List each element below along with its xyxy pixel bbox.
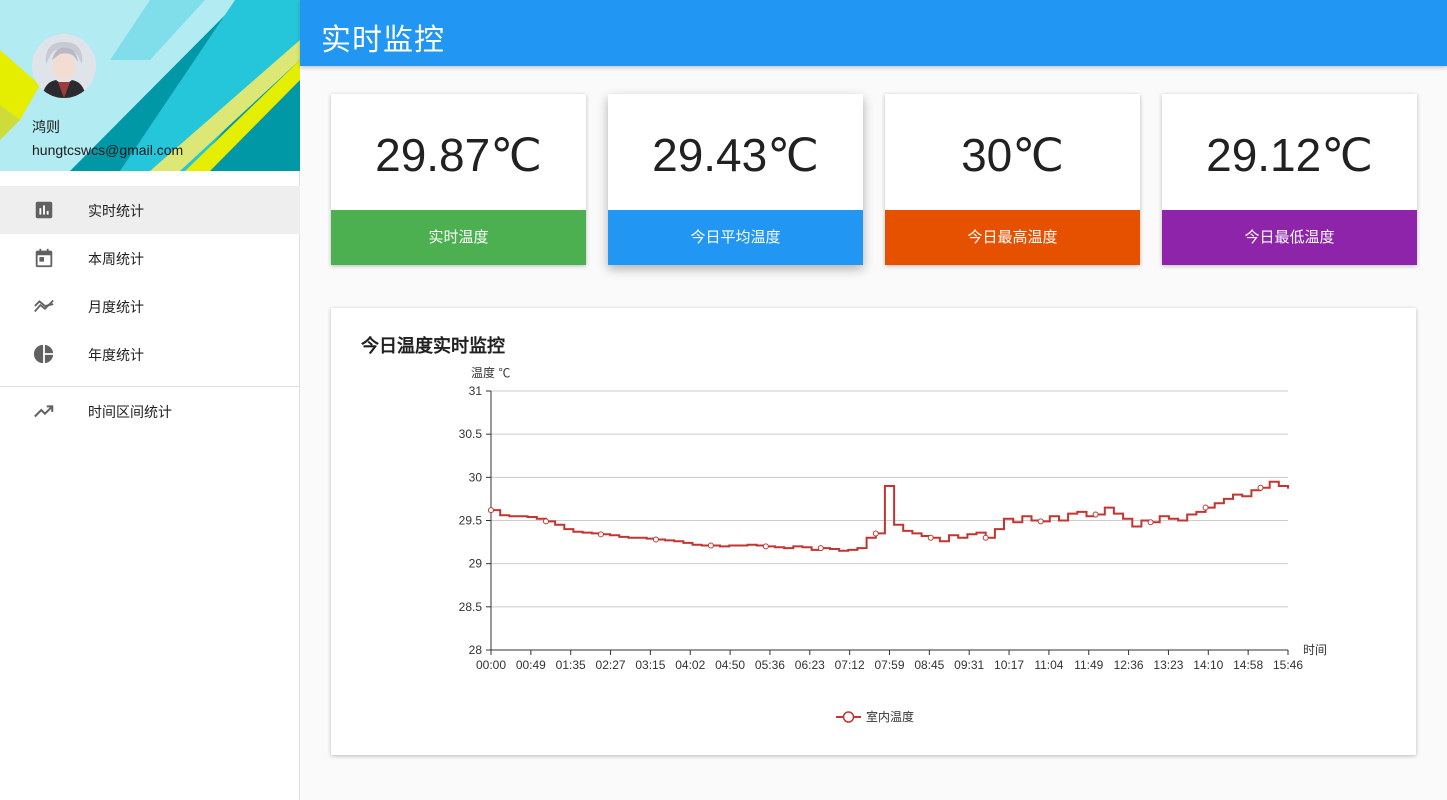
user-email: hungtcswcs@gmail.com (32, 142, 184, 158)
trending-up-icon (34, 405, 54, 418)
x-tick-label: 01:35 (556, 658, 586, 672)
legend-marker (842, 711, 855, 723)
multiline-chart-icon (34, 299, 54, 313)
x-tick-label: 03:15 (635, 658, 665, 672)
x-tick-label: 14:10 (1193, 658, 1223, 672)
stat-label: 今日平均温度 (608, 210, 863, 265)
data-point (1257, 484, 1264, 491)
data-point (762, 543, 769, 550)
y-tick-label: 30 (469, 470, 483, 484)
nav-item-month[interactable]: 月度统计 (0, 282, 300, 330)
nav-item-week[interactable]: 本周统计 (0, 234, 300, 282)
data-point (542, 518, 549, 525)
nav-item-realtime[interactable]: 实时统计 (0, 186, 300, 234)
data-point (488, 507, 494, 514)
legend-label: 室内温度 (866, 709, 914, 724)
x-tick-label: 08:45 (914, 658, 944, 672)
x-tick-label: 00:49 (516, 658, 546, 672)
data-point (872, 530, 879, 537)
data-point (1147, 519, 1154, 526)
bar-chart-icon (35, 201, 53, 219)
x-tick-label: 02:27 (596, 658, 626, 672)
stat-card-min: 29.12℃ 今日最低温度 (1162, 94, 1417, 265)
stat-label: 实时温度 (331, 210, 586, 265)
y-tick-label: 29.5 (459, 514, 483, 528)
stat-value: 29.43℃ (652, 129, 819, 181)
stat-value: 29.87℃ (375, 129, 542, 181)
x-tick-label: 10:17 (994, 658, 1024, 672)
x-tick-label: 07:12 (835, 658, 865, 672)
stat-label: 今日最高温度 (885, 210, 1140, 265)
series-line (491, 480, 1289, 552)
x-tick-label: 06:23 (795, 658, 825, 672)
nav-item-label: 年度统计 (88, 348, 144, 364)
sidebar: 鸿则 hungtcswcs@gmail.com 实时统计 本周统计 月度统计 年… (0, 0, 300, 800)
data-point (1202, 504, 1209, 511)
y-tick-label: 30.5 (459, 427, 483, 441)
user-name: 鸿则 (32, 120, 60, 136)
stat-card-max: 30℃ 今日最高温度 (885, 94, 1140, 265)
stat-card-current: 29.87℃ 实时温度 (331, 94, 586, 265)
temperature-line-chart[interactable]: 28 28.5 29 29.5 30 30.5 31 00:00 00:49 01:35 02:27… (331, 308, 1416, 755)
avatar[interactable] (32, 34, 96, 98)
x-tick-label: 00:00 (476, 658, 506, 672)
x-tick-label: 07:59 (874, 658, 904, 672)
x-tick-label: 15:46 (1273, 658, 1303, 672)
data-point (982, 534, 989, 541)
x-tick-label: 04:02 (675, 658, 705, 672)
x-tick-label: 12:36 (1114, 658, 1144, 672)
chart-card: 今日温度实时监控 28 28.5 29 29.5 30 30.5 31 00:00 00:49 0… (331, 308, 1416, 755)
app-header: 实时监控 (300, 0, 1447, 66)
x-tick-label: 09:31 (954, 658, 984, 672)
y-tick-label: 28 (469, 643, 483, 657)
stat-value: 29.12℃ (1206, 129, 1373, 181)
y-tick-label: 29 (469, 557, 483, 571)
x-tick-label: 13:23 (1153, 658, 1183, 672)
data-point (817, 545, 824, 552)
data-point (597, 531, 604, 538)
pie-chart-icon (33, 344, 54, 364)
page-title: 实时监控 (321, 23, 445, 58)
x-tick-label: 05:36 (755, 658, 785, 672)
nav-item-label: 月度统计 (88, 300, 144, 316)
y-tick-label: 28.5 (459, 600, 483, 614)
data-point (927, 534, 934, 541)
x-tick-label: 11:49 (1074, 658, 1103, 672)
x-tick-label: 14:58 (1233, 658, 1263, 672)
x-tick-label: 04:50 (715, 658, 745, 672)
y-tick-label: 31 (469, 384, 483, 398)
x-axis-label: 时间 (1303, 643, 1327, 657)
nav-item-range[interactable]: 时间区间统计 (0, 387, 300, 435)
stat-card-average: 29.43℃ 今日平均温度 (608, 94, 863, 265)
nav-item-label: 本周统计 (88, 252, 144, 268)
calendar-icon (35, 248, 53, 268)
stat-value: 30℃ (961, 129, 1064, 181)
nav-item-label: 实时统计 (88, 204, 144, 220)
data-point (1092, 511, 1099, 518)
stat-label: 今日最低温度 (1162, 210, 1417, 265)
x-tick-label: 11:04 (1034, 658, 1063, 672)
y-axis-label: 温度 ℃ (471, 365, 510, 380)
nav-item-label: 时间区间统计 (88, 405, 172, 421)
data-point (707, 542, 714, 549)
data-point (652, 536, 659, 543)
data-point (1037, 518, 1044, 525)
nav-item-year[interactable]: 年度统计 (0, 330, 300, 378)
profile-header: 鸿则 hungtcswcs@gmail.com (0, 0, 300, 171)
